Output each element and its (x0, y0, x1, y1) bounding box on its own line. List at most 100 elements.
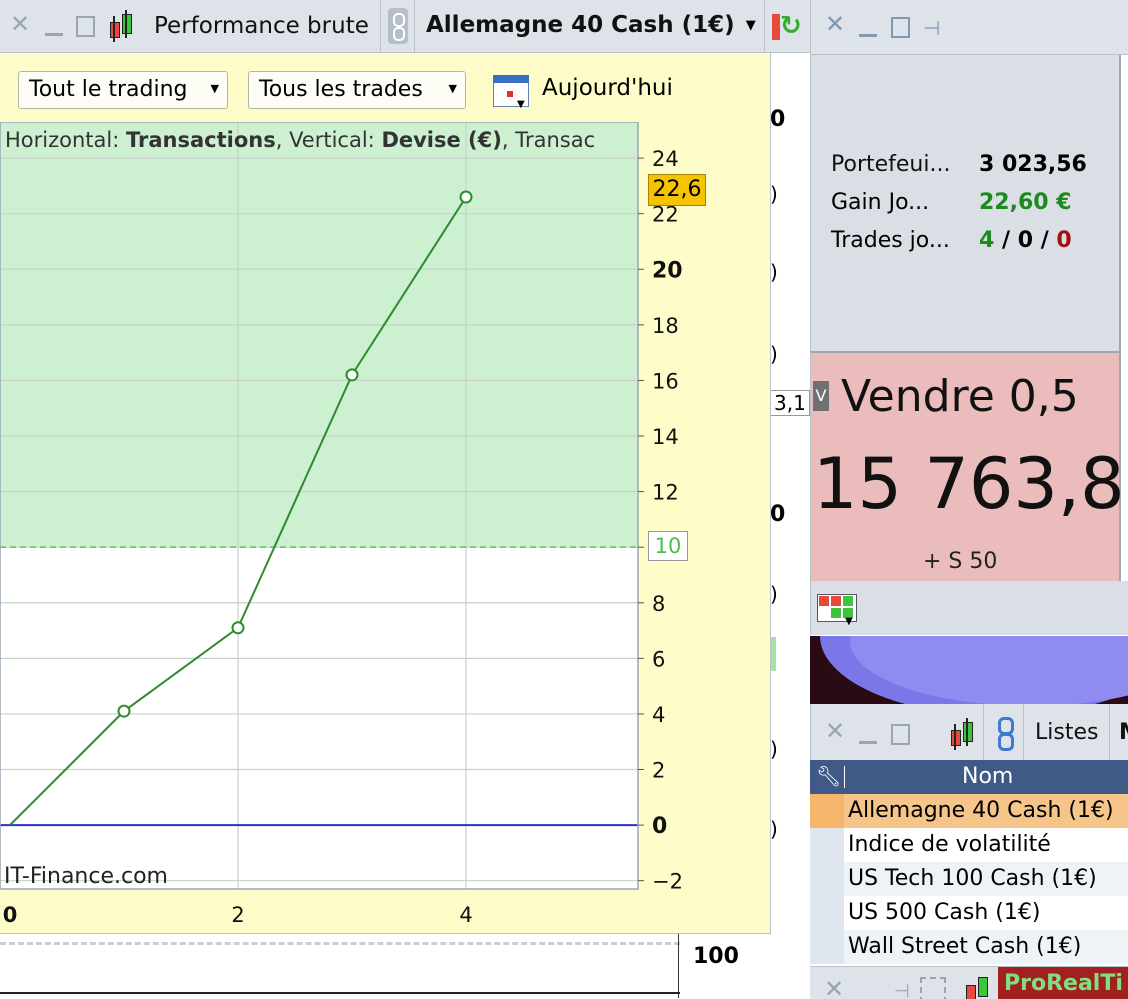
current-value-badge: 22,6 (648, 174, 706, 206)
threshold-badge: 10 (648, 531, 688, 561)
watermark: IT-Finance.com (4, 864, 168, 889)
list-item-label: US Tech 100 Cash (1€) (848, 866, 1097, 891)
side-badge: V (813, 381, 829, 411)
pin-icon[interactable]: ⊣ (894, 981, 910, 999)
list-item[interactable]: Allemagne 40 Cash (1€) (810, 794, 1128, 828)
y-tick-label: 16 (652, 369, 679, 393)
close-icon[interactable]: ✕ (824, 977, 844, 999)
tab-next[interactable]: M (1119, 720, 1128, 745)
layout-grid-icon[interactable]: ▼ (817, 594, 857, 627)
y-tick-label: 22 (652, 203, 679, 227)
perf-window-body: Tout le trading ▼ Tous les trades ▼ ▼ Au… (0, 53, 771, 934)
y-tick-label: 0 (652, 814, 667, 839)
refresh-icon[interactable]: ↻ (772, 10, 802, 42)
y-tick-label: −2 (652, 870, 683, 894)
y-tick-label: 18 (652, 314, 679, 338)
x-tick-label: 2 (231, 903, 244, 927)
bg-bottom-rule (0, 992, 680, 994)
x-tick-label: 0 (3, 903, 18, 927)
close-icon[interactable]: ✕ (825, 12, 845, 36)
y-tick-label: 12 (652, 481, 679, 505)
caption-vertical: Devise (€) (381, 128, 502, 152)
account-window-titlebar: ✕ ⊣ (810, 0, 1128, 55)
bottom-window-titlebar: ✕ ⊣ ProRealTi (810, 966, 1128, 999)
close-icon[interactable]: ✕ (10, 12, 30, 36)
trades-loss: 0 (1056, 228, 1072, 253)
bg-axis-label: 0 (770, 107, 786, 132)
minimize-icon[interactable] (45, 33, 63, 36)
tab-lists[interactable]: Listes (1035, 720, 1098, 745)
daily-trades-label: Trades jo... (831, 228, 950, 253)
order-price: 15 763,8 (813, 443, 1125, 525)
candlestick-icon[interactable] (962, 975, 990, 999)
bg-dashed-line (0, 942, 680, 945)
window-title: Performance brute (154, 13, 369, 39)
link-icon[interactable] (388, 8, 408, 44)
tab-prorealtime[interactable]: ProRealTi (998, 967, 1128, 999)
list-item-label: Indice de volatilité (848, 832, 1051, 857)
list-item-label: US 500 Cash (1€) (848, 900, 1041, 925)
trades-sep: / (1001, 228, 1011, 253)
list-item[interactable]: Indice de volatilité (810, 828, 1128, 862)
caption-mid: , Vertical: (275, 128, 382, 152)
minimize-icon[interactable] (859, 34, 877, 37)
trades-sep: / (1040, 228, 1049, 253)
bg-axis-label: ) (770, 817, 778, 841)
chevron-down-icon: ▼ (448, 82, 457, 95)
bg-axis-label: ) (770, 260, 778, 284)
bg-axis-label: ) (770, 182, 778, 206)
close-icon[interactable]: ✕ (825, 719, 845, 743)
y-tick-label: 20 (652, 258, 683, 283)
bg-bottom-strip: 100 (0, 934, 810, 998)
order-stop: + S 50 (923, 549, 998, 574)
list-item[interactable]: US Tech 100 Cash (1€) (810, 862, 1128, 896)
portfolio-value: 3 023,56 (979, 152, 1087, 177)
data-point (231, 621, 245, 635)
list-header: 🔧︎ Nom (810, 760, 1128, 794)
date-label[interactable]: Aujourd'hui (542, 75, 673, 101)
instrument-list: Allemagne 40 Cash (1€) Indice de volatil… (810, 794, 1128, 964)
calendar-icon[interactable]: ▼ (493, 73, 529, 110)
caption-horizontal: Transactions (125, 128, 276, 152)
bg-price-tag: 3,1 (770, 390, 810, 416)
y-tick-label: 24 (652, 147, 679, 171)
minimize-icon[interactable] (859, 741, 877, 744)
candlestick-icon[interactable] (106, 10, 134, 42)
maximize-icon[interactable] (76, 16, 95, 37)
settings-icon[interactable] (920, 977, 946, 999)
account-row: Gain Jo... 22,60 € (831, 190, 1121, 215)
candlestick-icon[interactable] (947, 718, 975, 750)
data-point (459, 190, 473, 204)
maximize-icon[interactable] (891, 724, 910, 745)
list-item-label: Allemagne 40 Cash (1€) (848, 798, 1114, 823)
list-item[interactable]: Wall Street Cash (1€) (810, 930, 1128, 964)
bg-axis-label: ) (770, 737, 778, 761)
y-tick-label: 2 (652, 759, 665, 783)
portfolio-label: Portefeui... (831, 152, 951, 177)
daily-gain-value: 22,60 € (979, 190, 1072, 215)
x-tick-label: 4 (459, 903, 472, 927)
chevron-down-icon: ▼ (210, 82, 219, 95)
wrench-icon[interactable]: 🔧︎ (816, 764, 841, 788)
column-header-name[interactable]: Nom (962, 764, 1013, 789)
y-tick-label: 14 (652, 425, 679, 449)
instrument-selector[interactable]: Allemagne 40 Cash (1€) ▼ (426, 12, 756, 42)
order-ticket[interactable]: V Vendre 0,5 15 763,8 + S 50 (810, 351, 1125, 583)
pin-icon[interactable]: ⊣ (923, 16, 940, 40)
bg-bottom-label: 100 (693, 944, 739, 969)
mini-chart (810, 636, 1128, 704)
list-item-label: Wall Street Cash (1€) (848, 934, 1082, 959)
y-tick-label: 8 (652, 592, 665, 616)
maximize-icon[interactable] (891, 17, 910, 38)
caption-suffix: , Transac (501, 128, 596, 152)
chart-caption: Horizontal: Transactions, Vertical: Devi… (5, 128, 638, 152)
link-icon[interactable] (995, 714, 1015, 751)
bg-axis-label: ) (770, 582, 778, 606)
perf-window-titlebar: ✕ Performance brute Allemagne 40 Cash (1… (0, 0, 810, 53)
tab-prorealtime-label: ProRealTi (1004, 971, 1123, 996)
list-item[interactable]: US 500 Cash (1€) (810, 896, 1128, 930)
trades-dropdown-label: Tous les trades (259, 77, 423, 102)
trades-dropdown[interactable]: Tous les trades ▼ (248, 71, 466, 109)
chevron-down-icon: ▼ (745, 18, 756, 33)
scope-dropdown[interactable]: Tout le trading ▼ (18, 71, 228, 109)
